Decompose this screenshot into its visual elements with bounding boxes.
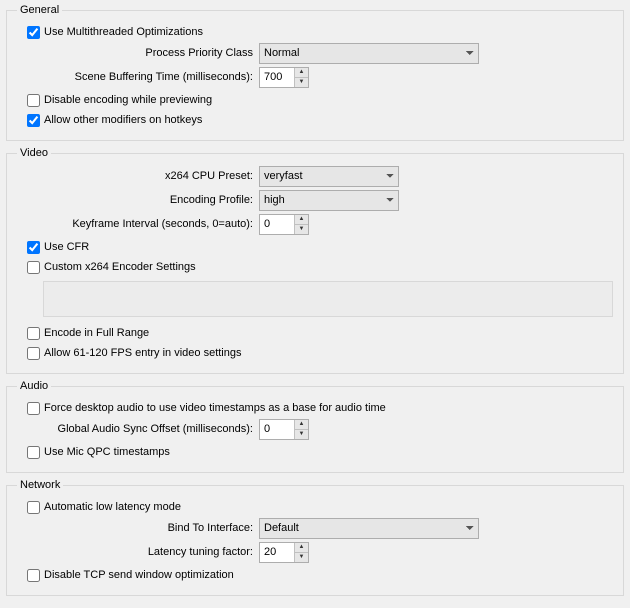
scene-buffer-input[interactable] xyxy=(260,68,294,87)
use-multithreaded-checkbox[interactable] xyxy=(27,26,40,39)
force-desktop-checkbox[interactable] xyxy=(27,402,40,415)
use-cfr-label: Use CFR xyxy=(44,241,89,253)
allow-modifiers-checkbox[interactable] xyxy=(27,114,40,127)
latency-factor-spinner[interactable]: ▲ ▼ xyxy=(259,542,309,563)
general-legend: General xyxy=(17,4,62,16)
cpu-preset-select[interactable]: veryfast xyxy=(259,166,399,187)
auto-low-latency-checkbox[interactable] xyxy=(27,501,40,514)
use-mic-qpc-label: Use Mic QPC timestamps xyxy=(44,446,170,458)
spinner-down-icon[interactable]: ▼ xyxy=(295,78,308,87)
network-group: Network Automatic low latency mode Bind … xyxy=(6,479,624,596)
custom-x264-label: Custom x264 Encoder Settings xyxy=(44,261,196,273)
custom-x264-checkbox[interactable] xyxy=(27,261,40,274)
video-group: Video x264 CPU Preset: veryfast Encoding… xyxy=(6,147,624,374)
scene-buffer-spinner[interactable]: ▲ ▼ xyxy=(259,67,309,88)
cpu-preset-label: x264 CPU Preset: xyxy=(17,170,259,182)
spinner-up-icon[interactable]: ▲ xyxy=(295,68,308,78)
disable-encoding-label: Disable encoding while previewing xyxy=(44,94,212,106)
general-group: General Use Multithreaded Optimizations … xyxy=(6,4,624,141)
video-legend: Video xyxy=(17,147,51,159)
disable-encoding-checkbox[interactable] xyxy=(27,94,40,107)
disable-tcp-checkbox[interactable] xyxy=(27,569,40,582)
encode-full-range-label: Encode in Full Range xyxy=(44,327,149,339)
global-offset-spinner[interactable]: ▲ ▼ xyxy=(259,419,309,440)
audio-group: Audio Force desktop audio to use video t… xyxy=(6,380,624,473)
latency-factor-label: Latency tuning factor: xyxy=(17,546,259,558)
latency-factor-input[interactable] xyxy=(260,543,294,562)
spinner-up-icon[interactable]: ▲ xyxy=(295,215,308,225)
auto-low-latency-label: Automatic low latency mode xyxy=(44,501,181,513)
global-offset-label: Global Audio Sync Offset (milliseconds): xyxy=(17,423,259,435)
use-mic-qpc-checkbox[interactable] xyxy=(27,446,40,459)
priority-class-label: Process Priority Class xyxy=(17,47,259,59)
priority-class-select[interactable]: Normal xyxy=(259,43,479,64)
encoding-profile-label: Encoding Profile: xyxy=(17,194,259,206)
allow-modifiers-label: Allow other modifiers on hotkeys xyxy=(44,114,202,126)
spinner-up-icon[interactable]: ▲ xyxy=(295,543,308,553)
global-offset-input[interactable] xyxy=(260,420,294,439)
allow-fps-checkbox[interactable] xyxy=(27,347,40,360)
keyframe-label: Keyframe Interval (seconds, 0=auto): xyxy=(17,218,259,230)
use-cfr-checkbox[interactable] xyxy=(27,241,40,254)
scene-buffer-label: Scene Buffering Time (milliseconds): xyxy=(17,71,259,83)
disable-tcp-label: Disable TCP send window optimization xyxy=(44,569,234,581)
allow-fps-label: Allow 61-120 FPS entry in video settings xyxy=(44,347,242,359)
spinner-up-icon[interactable]: ▲ xyxy=(295,420,308,430)
audio-legend: Audio xyxy=(17,380,51,392)
spinner-down-icon[interactable]: ▼ xyxy=(295,430,308,439)
bind-interface-label: Bind To Interface: xyxy=(17,522,259,534)
network-legend: Network xyxy=(17,479,63,491)
encode-full-range-checkbox[interactable] xyxy=(27,327,40,340)
encoding-profile-select[interactable]: high xyxy=(259,190,399,211)
bind-interface-select[interactable]: Default xyxy=(259,518,479,539)
custom-x264-textarea xyxy=(43,281,613,317)
use-multithreaded-label: Use Multithreaded Optimizations xyxy=(44,26,203,38)
spinner-down-icon[interactable]: ▼ xyxy=(295,553,308,562)
keyframe-spinner[interactable]: ▲ ▼ xyxy=(259,214,309,235)
force-desktop-label: Force desktop audio to use video timesta… xyxy=(44,402,386,414)
spinner-down-icon[interactable]: ▼ xyxy=(295,225,308,234)
keyframe-input[interactable] xyxy=(260,215,294,234)
